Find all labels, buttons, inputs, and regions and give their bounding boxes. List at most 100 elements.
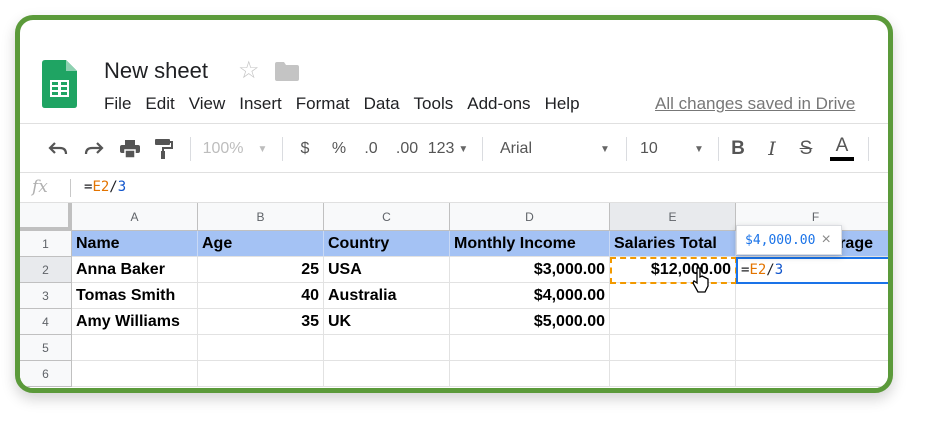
- row-header-3[interactable]: 3: [20, 283, 72, 309]
- app-window: New sheet ☆ File Edit View Insert Format…: [15, 15, 893, 393]
- cell-e3[interactable]: [610, 283, 736, 309]
- cell-f3[interactable]: [736, 283, 888, 309]
- menu-bar: File Edit View Insert Format Data Tools …: [104, 94, 594, 114]
- font-size-value: 10: [640, 140, 658, 157]
- preview-value: $4,000.00: [745, 232, 816, 248]
- cell-b4[interactable]: 35: [198, 309, 324, 335]
- cell-a1[interactable]: Name: [72, 231, 198, 257]
- row-header-1[interactable]: 1: [20, 231, 72, 257]
- cell-c2[interactable]: USA: [324, 257, 450, 283]
- folder-icon[interactable]: [275, 62, 299, 81]
- percent-format-button[interactable]: %: [324, 124, 354, 174]
- cell-d3[interactable]: $4,000.00: [450, 283, 610, 309]
- spreadsheet-grid: A B C D E F 1 2 3 4 5 6 Name Age Country…: [20, 203, 888, 388]
- formula-bar: fx =E2/3: [20, 173, 888, 203]
- menu-edit[interactable]: Edit: [145, 94, 174, 114]
- cell-a4[interactable]: Amy Williams: [72, 309, 198, 335]
- cell-a3[interactable]: Tomas Smith: [72, 283, 198, 309]
- row-header-5[interactable]: 5: [20, 335, 72, 361]
- cell-f4[interactable]: [736, 309, 888, 335]
- text-color-button[interactable]: A: [826, 124, 858, 174]
- table-cell[interactable]: [610, 335, 736, 361]
- font-select[interactable]: Arial ▼: [492, 124, 618, 174]
- chevron-down-icon: ▼: [600, 143, 610, 155]
- text-color-label: A: [835, 135, 849, 156]
- row-header-4[interactable]: 4: [20, 309, 72, 335]
- table-cell[interactable]: [324, 335, 450, 361]
- font-name: Arial: [500, 140, 533, 157]
- zoom-select[interactable]: 100% ▼: [200, 124, 270, 174]
- increase-decimal-button[interactable]: .00: [392, 124, 422, 174]
- star-icon[interactable]: ☆: [238, 56, 260, 85]
- menu-insert[interactable]: Insert: [239, 94, 282, 114]
- copy-marquee: [610, 257, 737, 284]
- bold-button[interactable]: B: [724, 124, 752, 174]
- column-header-a[interactable]: A: [72, 203, 198, 231]
- menu-view[interactable]: View: [189, 94, 226, 114]
- cell-a2[interactable]: Anna Baker: [72, 257, 198, 283]
- more-formats-select[interactable]: 123 ▼: [425, 124, 471, 174]
- menu-file[interactable]: File: [104, 94, 131, 114]
- table-cell[interactable]: [72, 361, 198, 387]
- close-icon[interactable]: ×: [821, 231, 830, 249]
- decrease-decimal-button[interactable]: .0: [356, 124, 386, 174]
- cell-b2[interactable]: 25: [198, 257, 324, 283]
- column-header-e[interactable]: E: [610, 203, 736, 231]
- save-status-link[interactable]: All changes saved in Drive: [655, 94, 855, 114]
- active-cell-editor[interactable]: =E2/3: [736, 257, 888, 284]
- text-color-swatch: [830, 157, 854, 161]
- cell-b1[interactable]: Age: [198, 231, 324, 257]
- cell-c4[interactable]: UK: [324, 309, 450, 335]
- decrease-decimal-label: .0: [364, 140, 378, 157]
- menu-addons[interactable]: Add-ons: [467, 94, 530, 114]
- column-header-b[interactable]: B: [198, 203, 324, 231]
- cell-d2[interactable]: $3,000.00: [450, 257, 610, 283]
- undo-icon[interactable]: [42, 124, 74, 174]
- cell-e1[interactable]: Salaries Total: [610, 231, 736, 257]
- cursor-icon: [692, 267, 709, 293]
- chevron-down-icon: ▼: [694, 143, 704, 155]
- table-cell[interactable]: [450, 335, 610, 361]
- row-header-2[interactable]: 2: [20, 257, 72, 283]
- table-cell[interactable]: [736, 335, 888, 361]
- italic-button[interactable]: I: [758, 124, 786, 174]
- cell-c1[interactable]: Country: [324, 231, 450, 257]
- column-header-d[interactable]: D: [450, 203, 610, 231]
- cell-b3[interactable]: 40: [198, 283, 324, 309]
- table-cell[interactable]: [610, 361, 736, 387]
- menu-tools[interactable]: Tools: [414, 94, 454, 114]
- column-header-c[interactable]: C: [324, 203, 450, 231]
- table-cell[interactable]: [72, 335, 198, 361]
- cell-d4[interactable]: $5,000.00: [450, 309, 610, 335]
- select-all-corner[interactable]: [20, 203, 72, 231]
- cell-c3[interactable]: Australia: [324, 283, 450, 309]
- row-header-6[interactable]: 6: [20, 361, 72, 387]
- currency-format-button[interactable]: $: [290, 124, 320, 174]
- font-size-select[interactable]: 10 ▼: [632, 124, 712, 174]
- cell-e4[interactable]: [610, 309, 736, 335]
- zoom-value: 100%: [202, 140, 244, 157]
- strikethrough-button[interactable]: S: [792, 124, 820, 174]
- menu-format[interactable]: Format: [296, 94, 350, 114]
- table-cell[interactable]: [324, 361, 450, 387]
- table-cell[interactable]: [198, 335, 324, 361]
- increase-decimal-label: .00: [395, 140, 419, 157]
- print-icon[interactable]: [114, 124, 146, 174]
- redo-icon[interactable]: [78, 124, 110, 174]
- document-title[interactable]: New sheet: [104, 58, 208, 84]
- fx-icon: fx: [32, 177, 48, 197]
- menu-data[interactable]: Data: [364, 94, 400, 114]
- toolbar: 100% ▼ $ % .0 .00 123 ▼ Arial ▼ 10 ▼ B I…: [20, 123, 888, 173]
- formula-input[interactable]: =E2/3: [84, 179, 126, 195]
- chevron-down-icon: ▼: [257, 143, 268, 155]
- table-cell[interactable]: [198, 361, 324, 387]
- table-cell[interactable]: [450, 361, 610, 387]
- paint-format-icon[interactable]: [148, 124, 180, 174]
- formula-preview-tooltip: $4,000.00 ×: [736, 225, 842, 255]
- sheets-logo-icon[interactable]: [42, 60, 77, 108]
- table-cell[interactable]: [736, 361, 888, 387]
- more-formats-label: 123: [427, 140, 455, 157]
- chevron-down-icon: ▼: [458, 143, 469, 155]
- cell-d1[interactable]: Monthly Income: [450, 231, 610, 257]
- menu-help[interactable]: Help: [545, 94, 580, 114]
